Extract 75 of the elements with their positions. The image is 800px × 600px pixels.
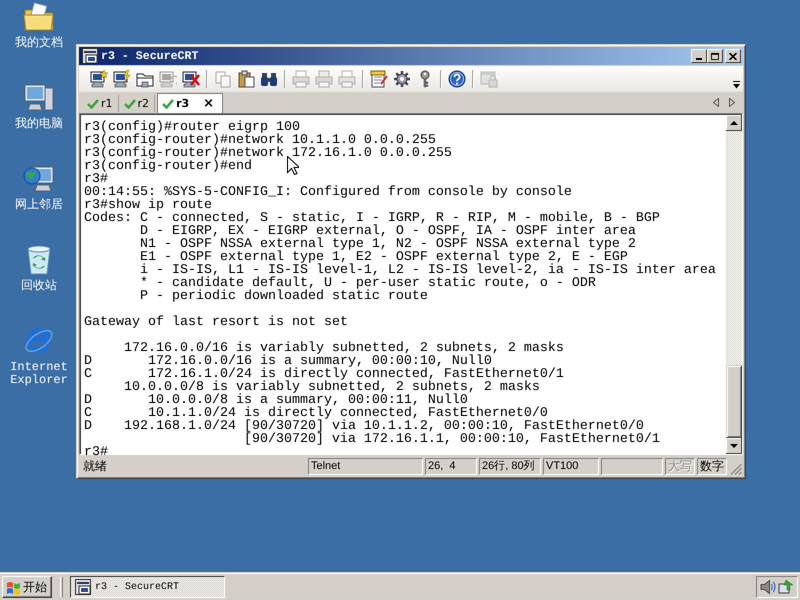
session-tab[interactable]: r3 × xyxy=(157,93,224,113)
terminal-line: r3# xyxy=(84,173,108,186)
terminal-line: r3(config-router)#end xyxy=(84,160,252,173)
tab-close-button[interactable]: × xyxy=(203,96,214,110)
status-panel: VT100 xyxy=(543,458,599,474)
notepad-icon[interactable] xyxy=(370,70,388,88)
terminal-line: 00:14:55: %SYS-5-CONFIG_I: Configured from console by console xyxy=(84,186,572,199)
app-window-icon xyxy=(75,579,91,595)
terminal-line: N1 - OSPF NSSA external type 1, N2 - OSPF NSSA external type 2 xyxy=(140,238,636,251)
check-icon xyxy=(124,98,136,108)
gear-icon[interactable] xyxy=(393,70,411,88)
help-icon[interactable] xyxy=(448,70,466,88)
taskbar-button[interactable]: r3 - SecureCRT xyxy=(70,576,225,598)
session-tab[interactable]: r2 xyxy=(120,95,156,112)
terminal-line: D - EIGRP, EX - EIGRP external, O - OSPF, IA - OSPF inter area xyxy=(140,225,636,238)
start-button[interactable]: 开始 xyxy=(2,576,52,598)
window-title: r3 - SecureCRT xyxy=(101,50,198,62)
terminal-line: r3# xyxy=(84,446,108,459)
scrollbar-thumb[interactable] xyxy=(726,365,742,438)
status-panel xyxy=(601,458,663,474)
left-arrow-icon[interactable] xyxy=(713,98,719,107)
status-panel: 26行, 80列 xyxy=(479,458,541,474)
binoculars-icon[interactable] xyxy=(260,70,278,88)
status-indicator: 数字 xyxy=(697,458,727,474)
terminal-line: D 172.16.0.0/16 is a summary, 00:00:10, Null0 xyxy=(84,355,492,368)
terminal-line: D 192.168.1.0/24 [90/30720] via 10.1.1.2, 00:00:10, FastEthernet0/0 xyxy=(84,420,644,433)
terminal-line: * - candidate default, U - per-user static route, o - ODR xyxy=(140,277,596,290)
terminal-line: Codes: C - connected, S - static, I - IGRP, R - RIP, M - mobile, B - BGP xyxy=(84,212,660,225)
check-icon xyxy=(87,98,99,108)
terminal-line: [90/30720] via 172.16.1.1, 00:00:10, FastEthernet0/1 xyxy=(244,433,660,446)
status-panel: Telnet xyxy=(308,458,423,474)
right-arrow-icon[interactable] xyxy=(729,98,735,107)
maximize-icon xyxy=(711,52,719,60)
desktop-icon-label[interactable]: 网上邻居 xyxy=(15,199,63,212)
chevron-down-icon[interactable] xyxy=(733,80,740,89)
terminal-line: D 10.0.0.0/8 is a summary, 00:00:11, Null0 xyxy=(84,394,468,407)
down-arrow-icon[interactable] xyxy=(726,438,742,454)
speaker-icon[interactable] xyxy=(760,579,776,595)
monitor-x-icon[interactable] xyxy=(182,70,200,88)
terminal-line: P - periodic downloaded static route xyxy=(140,290,428,303)
terminal-line: Gateway of last resort is not set xyxy=(84,316,348,329)
close-icon xyxy=(729,52,737,60)
desktop-icon-label[interactable]: 我的文档 xyxy=(15,37,63,50)
terminal-line: 10.0.0.0/8 is variably subnetted, 2 subnets, 2 masks xyxy=(124,381,540,394)
terminal-line: r3(config-router)#network 172.16.1.0 0.0.0.255 xyxy=(84,147,452,160)
close-button[interactable] xyxy=(725,49,741,63)
app-window-icon[interactable] xyxy=(82,48,98,64)
terminal-line: r3(config-router)#network 10.1.1.0 0.0.0.255 xyxy=(84,134,436,147)
status-panel: 26, 4 xyxy=(425,458,477,474)
up-arrow-icon[interactable] xyxy=(726,115,742,131)
terminal-line: 172.16.0.0/16 is variably subnetted, 2 subnets, 2 masks xyxy=(124,342,564,355)
terminal-screen[interactable] xyxy=(79,113,743,455)
status-indicator: 大写 xyxy=(665,458,695,474)
folder-icon[interactable] xyxy=(23,1,55,33)
terminal-line: r3#show ip route xyxy=(84,199,212,212)
terminal-line: C 10.1.1.0/24 is directly connected, FastEthernet0/0 xyxy=(84,407,548,420)
terminal-line: r3(config)#router eigrp 100 xyxy=(84,121,300,134)
desktop-icon-label[interactable]: Internet Explorer xyxy=(4,361,74,387)
monitor-lightning-icon[interactable] xyxy=(113,70,131,88)
desktop-icon-label[interactable]: 回收站 xyxy=(21,280,57,293)
maximize-button[interactable] xyxy=(707,49,723,63)
mouse-pointer-icon xyxy=(287,156,299,175)
terminal-line: i - IS-IS, L1 - IS-IS level-1, L2 - IS-IS level-2, ia - IS-IS inter area xyxy=(140,264,716,277)
terminal-line: C 172.16.1.0/24 is directly connected, FastEthernet0/1 xyxy=(84,368,564,381)
clipboard-icon[interactable] xyxy=(237,70,255,88)
status-text: 就绪 xyxy=(83,458,107,474)
minimize-button[interactable] xyxy=(691,49,707,63)
session-tab[interactable]: r1 xyxy=(84,95,119,112)
flag-icon xyxy=(6,580,21,594)
terminal-line: E1 - OSPF external type 1, E2 - OSPF external type 2, E - EGP xyxy=(140,251,628,264)
monitor-arrow-icon[interactable] xyxy=(778,579,794,595)
desktop-icon-label[interactable]: 我的电脑 xyxy=(15,118,63,131)
check-icon xyxy=(162,98,174,108)
monitor-star-icon[interactable] xyxy=(90,70,108,88)
resize-grip-icon[interactable] xyxy=(730,463,742,475)
